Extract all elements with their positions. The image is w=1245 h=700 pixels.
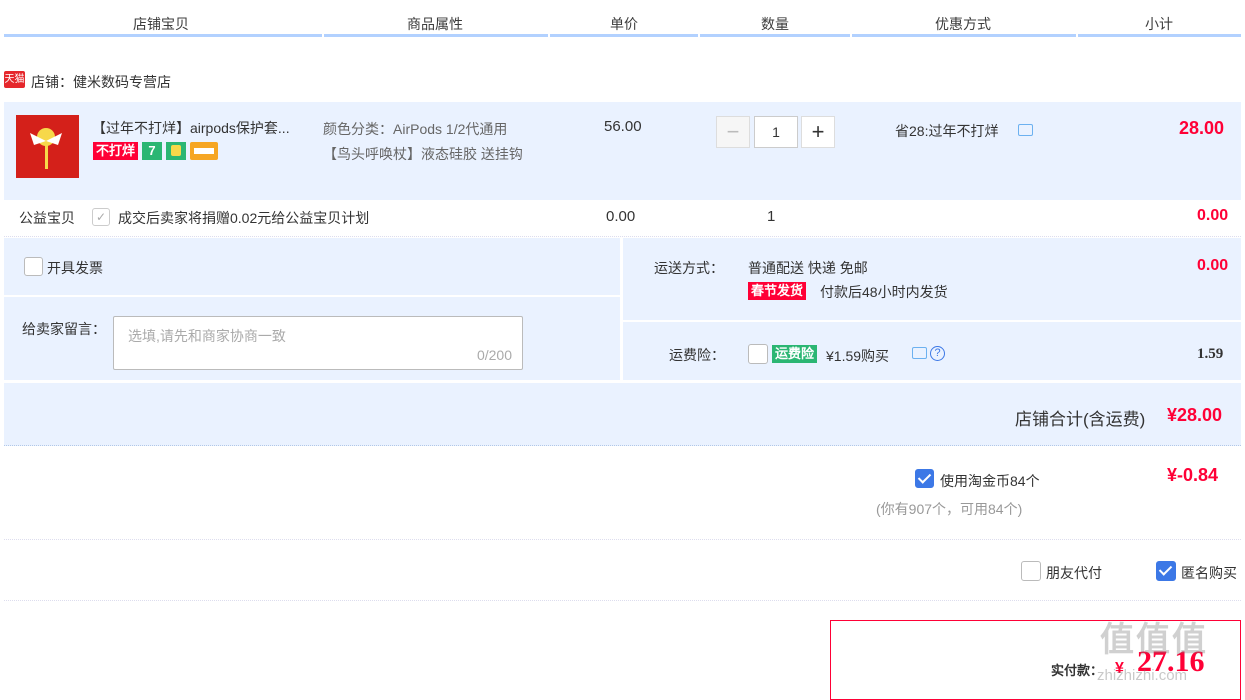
- shop-name[interactable]: 店铺：健米数码专营店: [31, 72, 171, 92]
- col-discount: 优惠方式: [935, 16, 991, 32]
- quantity-input[interactable]: 1: [754, 116, 798, 148]
- coins-note: (你有907个，可用84个): [876, 501, 1023, 517]
- watermark-logo: 值值值: [1100, 621, 1208, 659]
- shop-total-label: 店铺合计(含运费): [1015, 410, 1146, 429]
- comment-icon[interactable]: [912, 347, 927, 359]
- divider: [4, 539, 1241, 540]
- increase-quantity-button[interactable]: +: [801, 116, 835, 148]
- item-title[interactable]: 【过年不打烊】airpods保护套...: [92, 118, 290, 138]
- shipping-method[interactable]: 普通配送 快递 免邮: [748, 258, 868, 278]
- insurance-fee: 1.59: [1197, 346, 1224, 362]
- coins-value: ¥-0.84: [1167, 465, 1219, 485]
- header-divider: [324, 34, 548, 37]
- header-divider: [700, 34, 850, 37]
- charity-subtotal: 0.00: [1197, 207, 1229, 224]
- col-shop-item: 店铺宝贝: [133, 16, 189, 32]
- coins-label[interactable]: 使用淘金币84个: [940, 471, 1040, 491]
- shipping-note: 付款后48小时内发货: [820, 284, 948, 300]
- watermark-site: zhizhizhi.com: [1097, 667, 1188, 684]
- shop-total-value: ¥28.00: [1167, 405, 1223, 425]
- insurance-tag: 运费险: [772, 345, 818, 363]
- charity-checkbox: ✓: [92, 208, 110, 226]
- coins-checkbox[interactable]: [915, 469, 934, 488]
- service-icon: [166, 142, 187, 160]
- tmall-badge-icon: 天猫: [4, 71, 25, 88]
- seven-day-return-icon: 7: [142, 142, 163, 160]
- shipping-fee: 0.00: [1197, 257, 1229, 274]
- header-divider: [1078, 34, 1241, 37]
- charity-label: 公益宝贝: [19, 210, 75, 226]
- help-icon[interactable]: ?: [930, 346, 945, 361]
- insurance-checkbox[interactable]: [748, 344, 768, 364]
- product-image: [16, 115, 79, 178]
- col-unit-price: 单价: [610, 16, 638, 32]
- invoice-checkbox[interactable]: [24, 257, 43, 276]
- payment-label: 实付款：: [1051, 663, 1104, 678]
- friend-pay-label[interactable]: 朋友代付: [1046, 563, 1102, 583]
- decrease-quantity-button[interactable]: −: [716, 116, 750, 148]
- no-close-tag: 不打烊: [93, 142, 139, 160]
- spring-festival-tag: 春节发货: [748, 282, 807, 300]
- item-subtotal: 28.00: [1179, 118, 1225, 138]
- message-textarea[interactable]: 选填,请先和商家协商一致 0/200: [113, 316, 523, 370]
- friend-pay-checkbox[interactable]: [1021, 561, 1041, 581]
- charity-quantity: 1: [767, 208, 776, 225]
- divider: [4, 236, 1241, 237]
- column-header-row: 店铺宝贝 商品属性 单价 数量 优惠方式 小计: [0, 0, 1245, 40]
- card-icon: [190, 142, 219, 160]
- header-divider: [852, 34, 1076, 37]
- message-placeholder: 选填,请先和商家协商一致: [128, 328, 286, 344]
- header-divider: [4, 34, 322, 37]
- discount-text: 省28:过年不打烊: [895, 123, 999, 139]
- divider: [4, 600, 1241, 601]
- anonymous-label[interactable]: 匿名购买: [1181, 563, 1237, 583]
- message-label: 给卖家留言：: [22, 321, 106, 337]
- attr-extra: 【鸟头呼唤杖】液态硅胶 送挂钩: [323, 146, 523, 162]
- header-divider: [550, 34, 698, 37]
- unit-price: 56.00: [604, 118, 642, 135]
- message-counter: 0/200: [476, 347, 512, 363]
- col-attributes: 商品属性: [407, 16, 463, 32]
- comment-icon[interactable]: [1018, 124, 1033, 136]
- insurance-label: 运费险：: [669, 347, 725, 363]
- shipping-section: [623, 238, 1241, 320]
- invoice-label[interactable]: 开具发票: [47, 258, 103, 278]
- anonymous-checkbox[interactable]: [1156, 561, 1176, 581]
- shipping-label: 运送方式：: [654, 260, 724, 276]
- col-quantity: 数量: [761, 16, 789, 32]
- charity-text: 成交后卖家将捐赠0.02元给公益宝贝计划: [118, 210, 370, 226]
- insurance-price: ¥1.59购买: [826, 348, 890, 364]
- charity-price: 0.00: [606, 208, 636, 225]
- attr-color: 颜色分类：AirPods 1/2代通用: [323, 121, 508, 137]
- col-subtotal: 小计: [1145, 16, 1173, 32]
- item-tags: 不打烊 7: [93, 142, 219, 160]
- product-thumbnail[interactable]: [16, 115, 79, 178]
